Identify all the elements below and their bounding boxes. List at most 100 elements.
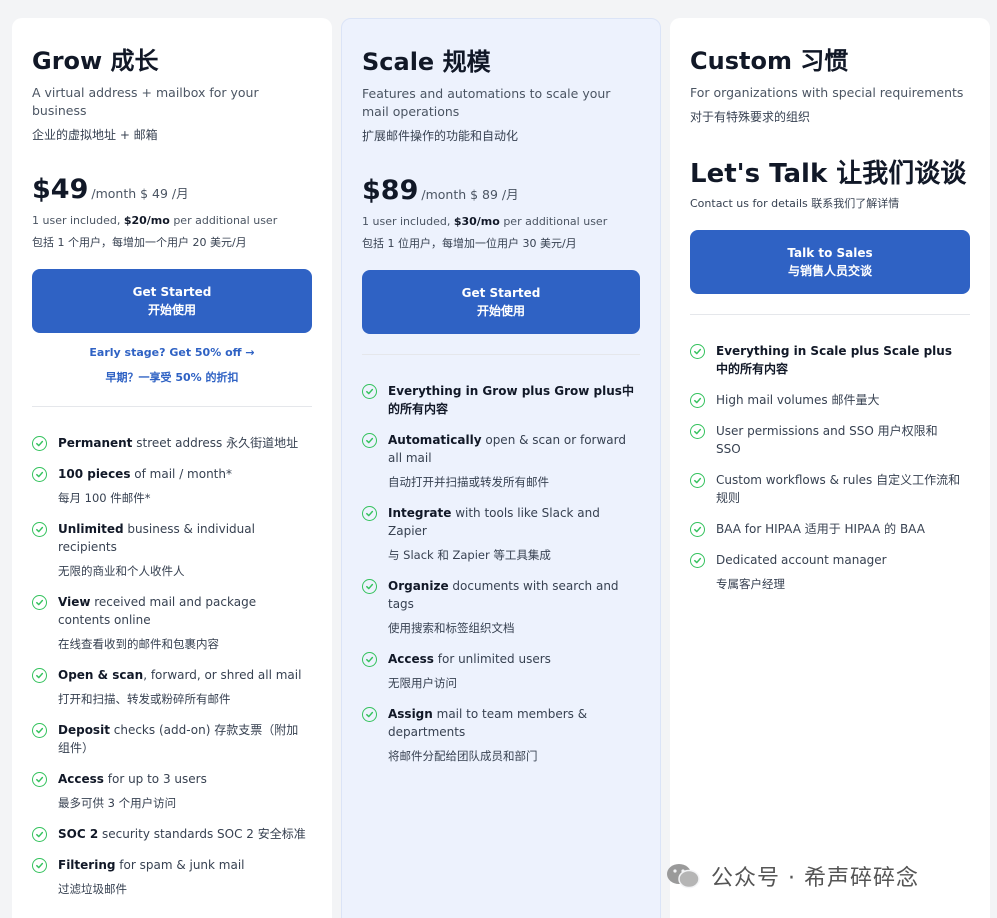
price-block: Let's Talk 让我们谈谈 Contact us for details … <box>690 158 970 212</box>
feature-text: High mail volumes 邮件量大 <box>716 391 966 409</box>
plan-title: Custom 习惯 <box>690 47 849 75</box>
feature-description-cn: 在线查看收到的邮件和包裹内容 <box>58 637 219 651</box>
feature-item: Open & scan, forward, or shred all mail 打… <box>32 666 312 708</box>
price-block: $89 /month $ 89 /月 1 user included, $30/… <box>362 175 640 252</box>
feature-item: Automatically open & scan or forward all… <box>362 431 640 491</box>
feature-highlight: Integrate <box>388 506 452 520</box>
feature-item: Permanent street address 永久街道地址 <box>32 434 312 452</box>
button-label-cn: 与销售人员交谈 <box>787 264 872 278</box>
feature-highlight: Access <box>388 652 434 666</box>
button-label-cn: 开始使用 <box>476 304 525 318</box>
check-icon <box>690 522 705 537</box>
feature-text: View received mail and package contents … <box>58 593 308 653</box>
check-icon <box>32 723 47 738</box>
button-label: Get Started <box>132 285 212 299</box>
get-started-button[interactable]: Get Started 开始使用 <box>362 270 640 334</box>
user-pricing-note-cn: 包括 1 位用户，每增加一位用户 30 美元/月 <box>362 237 577 250</box>
feature-text: User permissions and SSO 用户权限和 SSO <box>716 422 966 458</box>
feature-description-cn: 与 Slack 和 Zapier 等工具集成 <box>388 548 551 562</box>
feature-item: Assign mail to team members & department… <box>362 705 640 765</box>
user-pricing-note-cn: 包括 1 个用户，每增加一个用户 20 美元/月 <box>32 236 247 249</box>
check-icon <box>690 424 705 439</box>
price-amount: $49 <box>32 174 89 205</box>
watermark: 公众号 · 希声碎碎念 <box>665 860 919 892</box>
plan-subtitle-cn: 对于有特殊要求的组织 <box>690 110 811 124</box>
plan-card-custom: Custom 习惯 For organizations with special… <box>670 18 990 918</box>
feature-description-cn: 过滤垃圾邮件 <box>58 882 127 896</box>
feature-description-cn: 无限的商业和个人收件人 <box>58 564 185 578</box>
note-text: 1 user included, <box>362 215 454 228</box>
feature-item: View received mail and package contents … <box>32 593 312 653</box>
check-icon <box>690 344 705 359</box>
feature-item: 100 pieces of mail / month* 每月 100 件邮件* <box>32 465 312 507</box>
feature-item: Integrate with tools like Slack and Zapi… <box>362 504 640 564</box>
plan-title: Grow 成长 <box>32 47 159 75</box>
feature-text: Access for up to 3 users 最多可供 3 个用户访问 <box>58 770 308 812</box>
feature-description: street address 永久街道地址 <box>132 436 299 450</box>
feature-item: High mail volumes 邮件量大 <box>690 391 970 409</box>
feature-list: Everything in Scale plus Scale plus 中的所有… <box>690 342 970 593</box>
note-text: per additional user <box>169 214 278 227</box>
check-icon <box>362 652 377 667</box>
note-text: per additional user <box>499 215 608 228</box>
feature-highlight: Open & scan <box>58 668 144 682</box>
feature-highlight: Filtering <box>58 858 116 872</box>
user-pricing-note: 1 user included, $30/mo per additional u… <box>362 214 640 230</box>
feature-description: User permissions and SSO 用户权限和 SSO <box>716 424 938 456</box>
feature-description-cn: 使用搜索和标签组织文档 <box>388 621 515 635</box>
feature-item: Access for unlimited users 无限用户访问 <box>362 650 640 692</box>
feature-text: SOC 2 security standards SOC 2 安全标准 <box>58 825 308 843</box>
feature-description-cn: 将邮件分配给团队成员和部门 <box>388 749 538 763</box>
price: $49 /month $ 49 /月 <box>32 174 312 205</box>
feature-text: Assign mail to team members & department… <box>388 705 638 765</box>
feature-text: Automatically open & scan or forward all… <box>388 431 638 491</box>
check-icon <box>32 522 47 537</box>
divider <box>32 406 312 407</box>
discount-link[interactable]: Early stage? Get 50% off → <box>32 345 312 361</box>
feature-highlight: Everything in Scale plus Scale plus 中的所有… <box>716 344 952 376</box>
feature-highlight: Permanent <box>58 436 133 450</box>
talk-to-sales-button[interactable]: Talk to Sales 与销售人员交谈 <box>690 230 970 294</box>
feature-item: User permissions and SSO 用户权限和 SSO <box>690 422 970 458</box>
feature-description-cn: 专属客户经理 <box>716 577 785 591</box>
discount-link-cn[interactable]: 早期？一享受 50% 的折扣 <box>32 370 312 386</box>
check-icon <box>32 858 47 873</box>
price: $89 /month $ 89 /月 <box>362 175 640 206</box>
check-icon <box>32 668 47 683</box>
plan-card-scale: Scale 规模 Features and automations to sca… <box>341 18 661 918</box>
feature-list: Permanent street address 永久街道地址 100 piece… <box>32 434 312 898</box>
divider <box>362 354 640 355</box>
feature-highlight: 100 pieces <box>58 467 131 481</box>
lets-talk-heading: Let's Talk 让我们谈谈 <box>690 159 967 189</box>
price-unit: /month $ 89 /月 <box>421 187 519 202</box>
feature-description: security standards SOC 2 安全标准 <box>98 827 306 841</box>
feature-item: SOC 2 security standards SOC 2 安全标准 <box>32 825 312 843</box>
check-icon <box>690 553 705 568</box>
feature-text: Deposit checks (add-on) 存款支票（附加组件） <box>58 721 308 757</box>
feature-text: 100 pieces of mail / month* 每月 100 件邮件* <box>58 465 308 507</box>
feature-description-cn: 打开和扫描、转发或粉碎所有邮件 <box>58 692 231 706</box>
feature-text: Everything in Grow plus Grow plus中的所有内容 <box>388 382 638 418</box>
get-started-button[interactable]: Get Started 开始使用 <box>32 269 312 333</box>
feature-highlight: Everything in Grow plus Grow plus中的所有内容 <box>388 384 634 416</box>
watermark-text: 公众号 · 希声碎碎念 <box>711 866 919 891</box>
price-amount: $89 <box>362 175 419 206</box>
plan-subtitle-cn: 企业的虚拟地址 + 邮箱 <box>32 128 158 142</box>
pricing-cards: Grow 成长 A virtual address + mailbox for … <box>12 18 990 918</box>
plan-subtitle: For organizations with special requireme… <box>690 85 964 100</box>
wechat-icon <box>667 864 700 889</box>
feature-description: BAA for HIPAA 适用于 HIPAA 的 BAA <box>716 522 925 536</box>
button-label-cn: 开始使用 <box>147 303 196 317</box>
check-icon <box>362 384 377 399</box>
feature-text: Everything in Scale plus Scale plus 中的所有… <box>716 342 966 378</box>
feature-highlight: Organize <box>388 579 449 593</box>
check-icon <box>32 772 47 787</box>
check-icon <box>690 393 705 408</box>
feature-description-cn: 每月 100 件邮件* <box>58 491 151 505</box>
feature-description: Dedicated account manager <box>716 553 887 567</box>
feature-highlight: Deposit <box>58 723 110 737</box>
feature-description-cn: 最多可供 3 个用户访问 <box>58 796 177 810</box>
check-icon <box>32 467 47 482</box>
check-icon <box>690 473 705 488</box>
feature-item: Custom workflows & rules 自定义工作流和规则 <box>690 471 970 507</box>
